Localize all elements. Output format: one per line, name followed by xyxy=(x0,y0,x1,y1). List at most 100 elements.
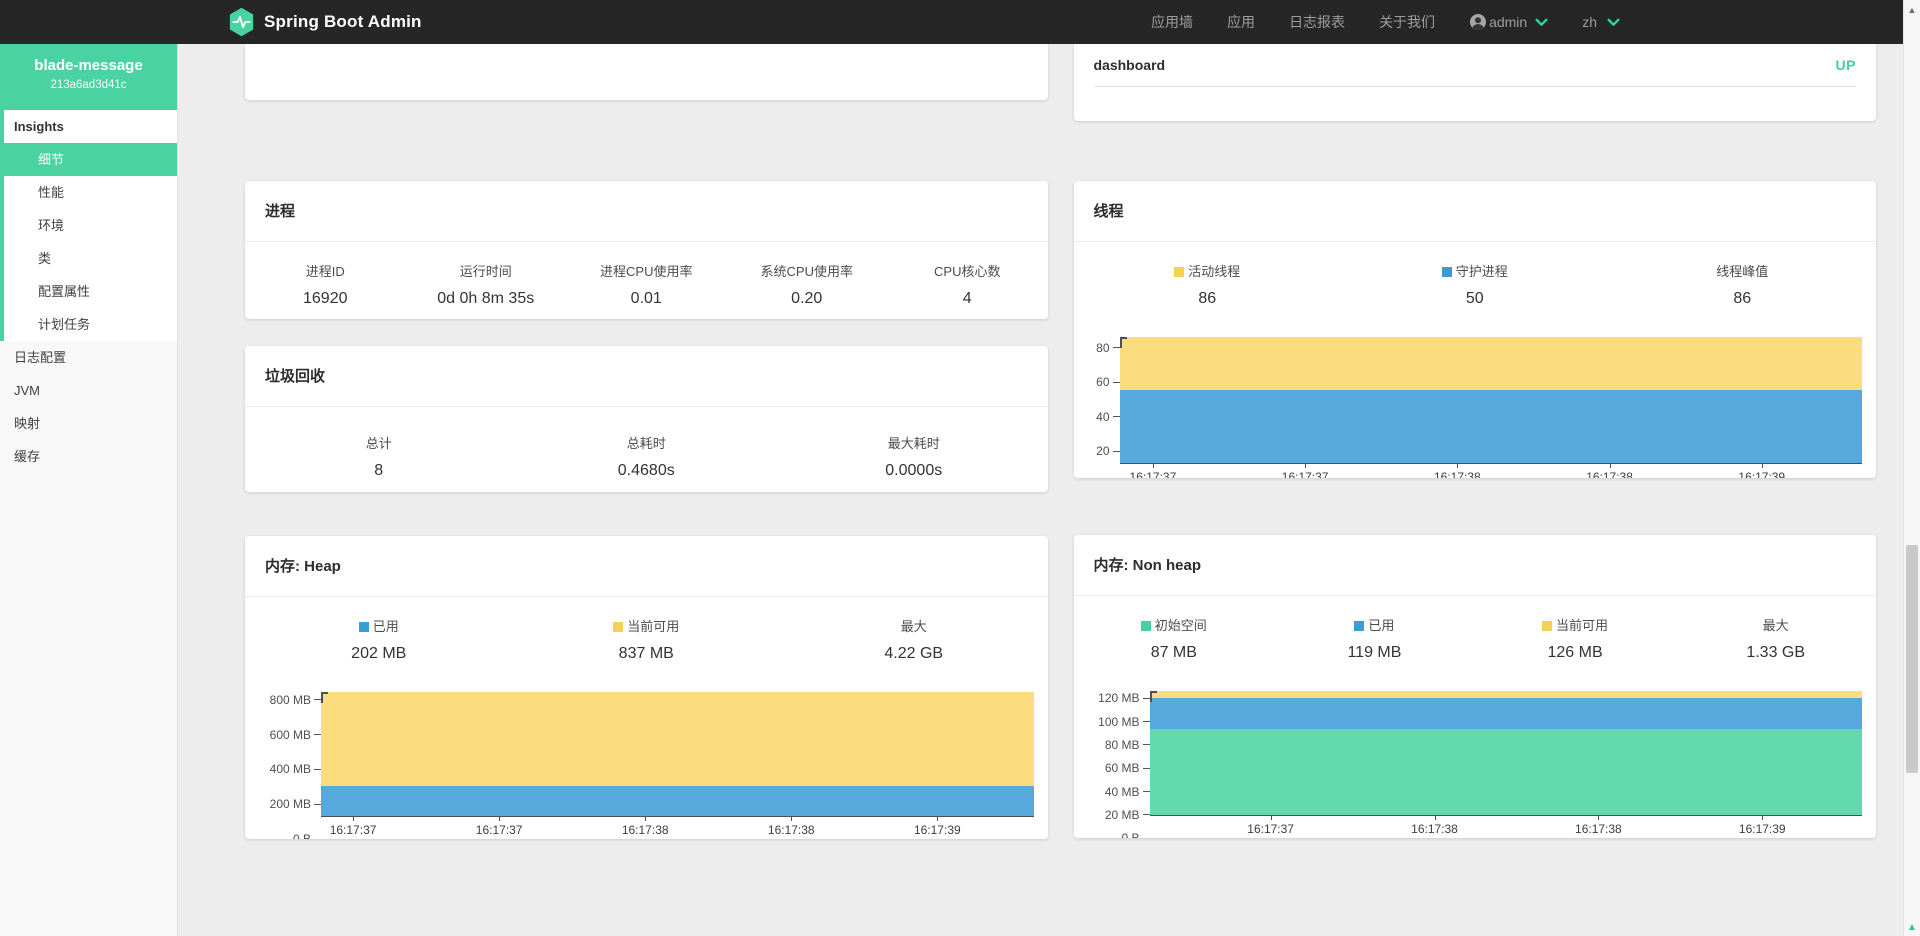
application-name: blade-message xyxy=(0,56,177,76)
y-axis-tick-mark xyxy=(314,839,321,840)
stat-label: 最大 xyxy=(780,616,1048,635)
sidebar-item-jvm[interactable]: JVM xyxy=(0,374,177,407)
y-axis-tick: 60 MB xyxy=(1105,761,1150,775)
nonheap-legend-stats: 初始空间 87 MB 已用 119 MB 当前可用 126 MB 最大 1.33… xyxy=(1074,596,1877,686)
nav-item-label: 应用 xyxy=(1227,12,1255,32)
x-axis-label: 16:17:37 xyxy=(330,823,377,837)
navbar-menu: 应用墙 应用 日志报表 关于我们 admin zh xyxy=(1151,12,1620,32)
nav-item-label: 应用墙 xyxy=(1151,12,1193,32)
stat-system-cpu: 系统CPU使用率 0.20 xyxy=(727,261,888,308)
sidebar-item-loggers[interactable]: 日志配置 xyxy=(0,341,177,374)
stat-value: 0d 0h 8m 35s xyxy=(406,290,567,308)
stat-gc-total-time: 总耗时 0.4680s xyxy=(513,433,781,480)
stat-label: 活动线程 xyxy=(1074,261,1342,280)
chart-band xyxy=(321,786,1034,816)
stat-value: 119 MB xyxy=(1274,644,1475,662)
y-axis-tick: 20 xyxy=(1096,444,1119,458)
right-column: dashboard UP 线程 活动线程 86 守护进程 50 xyxy=(1074,44,1877,839)
health-card-partial xyxy=(245,44,1048,100)
stat-nonheap-initial: 初始空间 87 MB xyxy=(1074,615,1275,662)
x-axis-label: 16:17:37 xyxy=(476,823,523,837)
y-axis-cap xyxy=(321,692,328,703)
stat-label: 最大 xyxy=(1675,615,1876,634)
stat-value: 1.33 GB xyxy=(1675,644,1876,662)
status-endpoint-name: dashboard xyxy=(1094,57,1166,73)
y-axis-cap xyxy=(1120,337,1127,348)
nav-item-label: 日志报表 xyxy=(1289,12,1345,32)
stat-value: 87 MB xyxy=(1074,644,1275,662)
top-navbar: Spring Boot Admin 应用墙 应用 日志报表 关于我们 admin… xyxy=(0,0,1903,44)
card-title: 垃圾回收 xyxy=(245,346,1048,407)
y-axis-tick: 80 xyxy=(1096,341,1119,355)
stat-value: 837 MB xyxy=(513,645,781,663)
spring-boot-admin-logo-icon xyxy=(228,7,255,37)
brand-title: Spring Boot Admin xyxy=(264,12,422,32)
sidebar-item-environment[interactable]: 环境 xyxy=(4,209,177,242)
y-axis-label: 100 MB xyxy=(1098,715,1139,729)
stat-daemon-threads: 守护进程 50 xyxy=(1341,261,1609,308)
sidebar-instance-header[interactable]: blade-message 213a6ad3d41c xyxy=(0,44,177,110)
stat-label: 运行时间 xyxy=(406,261,567,280)
y-axis-tick-mark xyxy=(314,699,321,700)
stat-label: 最大耗时 xyxy=(780,433,1048,452)
sidebar-item-config-props[interactable]: 配置属性 xyxy=(4,275,177,308)
legend-swatch-blue xyxy=(1354,621,1364,631)
nav-item-about-us[interactable]: 关于我们 xyxy=(1379,12,1435,32)
chart-band xyxy=(1120,390,1863,463)
scrollbar-thumb[interactable] xyxy=(1906,545,1918,773)
user-name: admin xyxy=(1489,14,1527,30)
sidebar-insights-group: Insights 细节 性能 环境 类 配置属性 计划任务 xyxy=(0,110,177,341)
garbage-collection-card: 垃圾回收 总计 8 总耗时 0.4680s 最大耗时 0.0000s xyxy=(245,346,1048,492)
y-axis-tick: 600 MB xyxy=(270,728,321,742)
user-menu[interactable]: admin xyxy=(1469,13,1548,31)
y-axis-tick: 200 MB xyxy=(270,797,321,811)
instance-status-card: dashboard UP xyxy=(1074,44,1877,121)
y-axis-tick-mark xyxy=(314,769,321,770)
y-axis-label: 40 xyxy=(1096,410,1109,424)
y-axis-tick-mark xyxy=(1143,744,1150,745)
legend-swatch-yellow xyxy=(1542,621,1552,631)
threads-chart: 80604020016:17:3716:17:3716:17:3816:17:3… xyxy=(1084,334,1863,478)
sidebar-group-insights[interactable]: Insights xyxy=(4,110,177,143)
nav-item-log-report[interactable]: 日志报表 xyxy=(1289,12,1345,32)
brand-home-link[interactable]: Spring Boot Admin xyxy=(228,7,422,37)
y-axis-tick-mark xyxy=(314,734,321,735)
sidebar-other-group: 日志配置 JVM 映射 缓存 xyxy=(0,341,177,473)
sidebar-item-scheduled-tasks[interactable]: 计划任务 xyxy=(4,308,177,341)
stat-label: 当前可用 xyxy=(1475,615,1676,634)
language-label: zh xyxy=(1582,14,1597,30)
y-axis-label: 80 MB xyxy=(1105,738,1140,752)
sidebar-item-caches[interactable]: 缓存 xyxy=(0,440,177,473)
sidebar-item-classes[interactable]: 类 xyxy=(4,242,177,275)
y-axis-label: 60 xyxy=(1096,375,1109,389)
chart-band xyxy=(1150,691,1863,698)
legend-swatch-blue xyxy=(359,622,369,632)
chart-area xyxy=(321,689,1034,817)
vertical-scrollbar[interactable]: ▲ ▲ xyxy=(1903,0,1920,936)
x-axis-label: 16:17:38 xyxy=(1411,822,1458,836)
sidebar-item-metrics[interactable]: 性能 xyxy=(4,176,177,209)
nav-item-application-wall[interactable]: 应用墙 xyxy=(1151,12,1193,32)
nav-item-applications[interactable]: 应用 xyxy=(1227,12,1255,32)
legend-swatch-yellow xyxy=(613,622,623,632)
y-axis-tick: 80 MB xyxy=(1105,738,1150,752)
scrollbar-down-button[interactable]: ▲ xyxy=(1904,922,1920,936)
language-menu[interactable]: zh xyxy=(1582,14,1620,30)
sidebar-item-mappings[interactable]: 映射 xyxy=(0,407,177,440)
stat-nonheap-available: 当前可用 126 MB xyxy=(1475,615,1676,662)
stat-label: 当前可用 xyxy=(513,616,781,635)
scrollbar-up-button[interactable]: ▲ xyxy=(1904,2,1920,18)
stat-process-cpu: 进程CPU使用率 0.01 xyxy=(566,261,727,308)
y-axis-tick-mark xyxy=(1113,451,1120,452)
x-axis-label: 16:17:37 xyxy=(1282,470,1329,478)
stat-value: 0.01 xyxy=(566,290,727,308)
x-axis-label: 16:17:39 xyxy=(1739,822,1786,836)
chevron-down-icon xyxy=(1535,18,1548,27)
stat-label: CPU核心数 xyxy=(887,261,1048,280)
stat-value: 202 MB xyxy=(245,645,513,663)
y-axis-tick: 40 MB xyxy=(1105,785,1150,799)
stat-label: 线程峰值 xyxy=(1609,261,1877,280)
sidebar-item-details[interactable]: 细节 xyxy=(0,143,177,176)
status-badge: UP xyxy=(1836,57,1856,73)
heap-legend-stats: 已用 202 MB 当前可用 837 MB 最大 4.22 GB xyxy=(245,597,1048,687)
